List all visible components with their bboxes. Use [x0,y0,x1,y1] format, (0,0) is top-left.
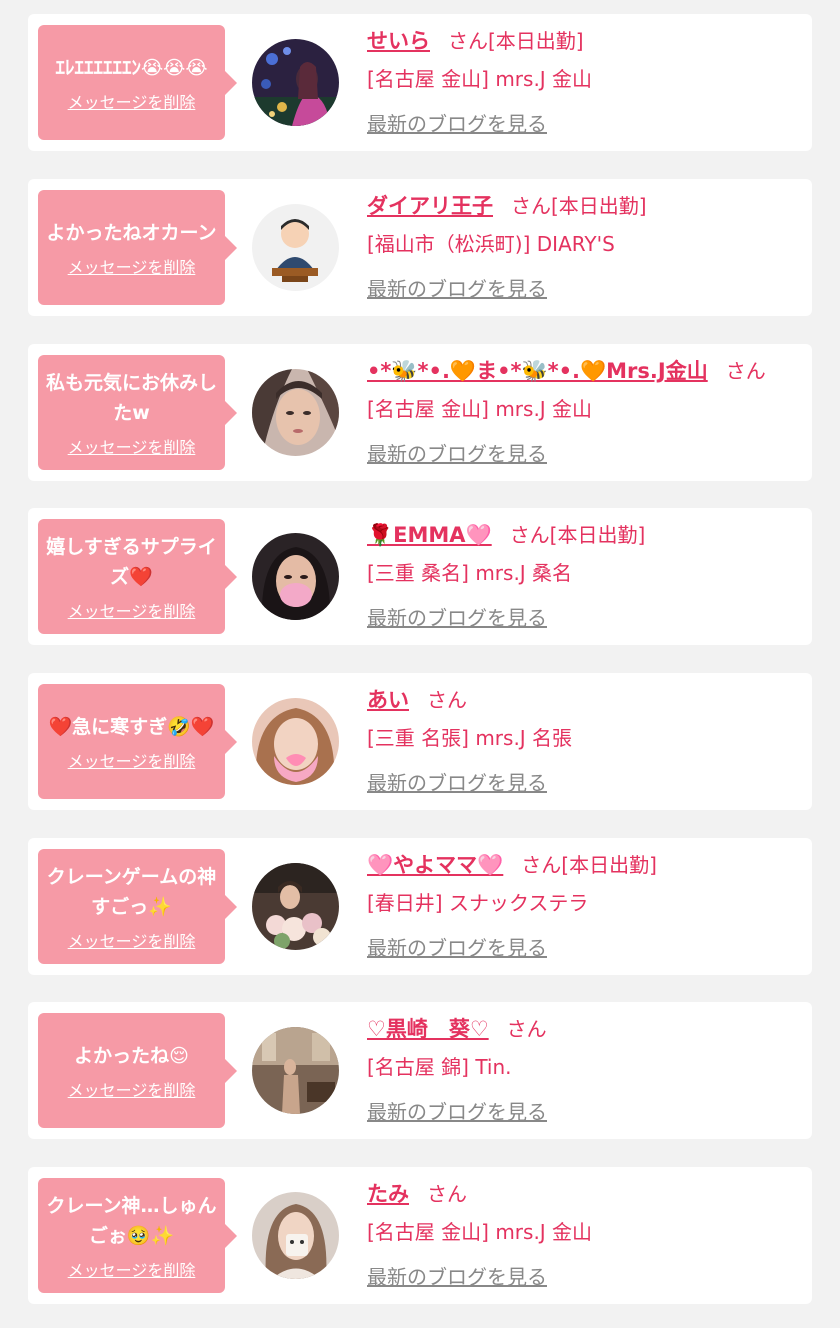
delete-message-link[interactable]: メッセージを削除 [68,1257,196,1281]
avatar[interactable] [252,1027,339,1114]
message-bubble: 私も元気にお休みしたw メッセージを削除 [38,355,237,470]
shop-info: [名古屋 金山] mrs.J 金山 [367,1220,593,1244]
delete-message-link[interactable]: メッセージを削除 [68,254,196,278]
avatar-photo [252,39,339,126]
message-card: クレーン神…しゅんごぉ🥹✨ メッセージを削除 たみ さん [名古屋 金山] mrs… [28,1167,812,1304]
latest-blog-link[interactable]: 最新のブログを見る [367,767,547,796]
profile-name-link[interactable]: ダイアリ王子 [367,194,493,218]
delete-message-link[interactable]: メッセージを削除 [68,1077,196,1101]
delete-message-link[interactable]: メッセージを削除 [68,748,196,772]
message-card: クレーンゲームの神すごっ✨ メッセージを削除 🩷やよママ🩷 さん[本日出勤] [春… [28,838,812,975]
message-text: ｴﾚｴｴｴｴｴｴﾝ😭😭😭 [55,56,208,79]
avatar-photo [252,533,339,620]
honorific-status: さん[本日出勤] [509,523,646,547]
message-text: よかったね😌 [74,1044,189,1067]
message-text: 私も元気にお休みしたw [46,371,218,424]
avatar-illustration [252,204,339,291]
message-list: ｴﾚｴｴｴｴｴｴﾝ😭😭😭 メッセージを削除 せいらさん[本日出勤] [名古屋 [0,0,840,1328]
avatar[interactable] [252,533,339,620]
shop-info: [三重 名張] mrs.J 名張 [367,726,573,750]
message-text: よかったねオカーン [46,221,217,244]
profile-name-link[interactable]: 🌹EMMA🩷 [367,523,492,547]
message-bubble: よかったね😌 メッセージを削除 [38,1013,237,1128]
honorific-status: さん [427,1182,467,1206]
message-card: よかったねオカーン メッセージを削除 ダイアリ王子 さん[本日出勤] [福山市（松… [28,179,812,316]
latest-blog-link[interactable]: 最新のブログを見る [367,273,547,302]
honorific-status: さん [506,1017,547,1041]
message-bubble: 嬉しすぎるサプライズ❤️ メッセージを削除 [38,519,237,634]
honorific-status: さん [725,359,766,383]
shop-info: [名古屋 錦] Tin. [367,1055,512,1079]
honorific-status: さん[本日出勤] [448,29,584,53]
delete-message-link[interactable]: メッセージを削除 [68,928,196,952]
avatar[interactable] [252,698,339,785]
message-card: ❤️急に寒すぎ🤣❤️ メッセージを削除 あい さん [三重 名張] mrs.J 名… [28,673,812,810]
message-text: クレーンゲームの神すごっ✨ [46,865,217,918]
shop-info: [三重 桑名] mrs.J 桑名 [367,561,573,585]
avatar-photo [252,1027,339,1114]
shop-info: [名古屋 金山] mrs.J 金山 [367,67,593,91]
profile-name-link[interactable]: 🩷やよママ🩷 [367,853,503,877]
avatar[interactable] [252,204,339,291]
message-bubble: ❤️急に寒すぎ🤣❤️ メッセージを削除 [38,684,237,799]
profile-name-link[interactable]: せいら [367,29,430,53]
delete-message-link[interactable]: メッセージを削除 [68,434,196,458]
honorific-status: さん[本日出勤] [511,194,647,218]
honorific-status: さん [427,688,467,712]
message-card: ｴﾚｴｴｴｴｴｴﾝ😭😭😭 メッセージを削除 せいらさん[本日出勤] [名古屋 [28,14,812,151]
delete-message-link[interactable]: メッセージを削除 [68,89,196,113]
profile-name-link[interactable]: たみ [367,1182,409,1206]
delete-message-link[interactable]: メッセージを削除 [68,598,196,622]
avatar-photo [252,369,339,456]
latest-blog-link[interactable]: 最新のブログを見る [367,932,547,961]
message-bubble: ｴﾚｴｴｴｴｴｴﾝ😭😭😭 メッセージを削除 [38,25,237,140]
shop-info: [名古屋 金山] mrs.J 金山 [367,397,593,421]
avatar[interactable] [252,39,339,126]
avatar-photo [252,698,339,785]
latest-blog-link[interactable]: 最新のブログを見る [367,108,547,137]
message-card: 私も元気にお休みしたw メッセージを削除 •*🐝*•.🧡ま•*🐝*•.🧡Mrs.… [28,344,812,481]
message-bubble: クレーン神…しゅんごぉ🥹✨ メッセージを削除 [38,1178,237,1293]
message-text: クレーン神…しゅんごぉ🥹✨ [46,1194,217,1247]
latest-blog-link[interactable]: 最新のブログを見る [367,438,547,467]
latest-blog-link[interactable]: 最新のブログを見る [367,1096,547,1125]
message-text: 嬉しすぎるサプライズ❤️ [46,535,217,588]
latest-blog-link[interactable]: 最新のブログを見る [367,602,547,631]
message-text: ❤️急に寒すぎ🤣❤️ [48,715,215,738]
shop-info: [福山市（松浜町)] DIARY'S [367,232,615,256]
profile-name-link[interactable]: •*🐝*•.🧡ま•*🐝*•.🧡Mrs.J金山 [367,359,708,383]
avatar-photo [252,863,339,950]
avatar[interactable] [252,863,339,950]
message-card: よかったね😌 メッセージを削除 ♡黒崎 葵♡ さん [名古屋 錦] Tin. 最新… [28,1002,812,1139]
avatar[interactable] [252,369,339,456]
latest-blog-link[interactable]: 最新のブログを見る [367,1261,547,1290]
shop-info: [春日井] スナックステラ [367,891,589,915]
honorific-status: さん[本日出勤] [521,853,657,877]
message-card: 嬉しすぎるサプライズ❤️ メッセージを削除 🌹EMMA🩷 さん[本日出勤] [三重… [28,508,812,645]
message-bubble: クレーンゲームの神すごっ✨ メッセージを削除 [38,849,237,964]
message-bubble: よかったねオカーン メッセージを削除 [38,190,237,305]
profile-name-link[interactable]: あい [367,688,409,712]
avatar[interactable] [252,1192,339,1279]
profile-name-link[interactable]: ♡黒崎 葵♡ [367,1017,489,1041]
avatar-photo [252,1192,339,1279]
